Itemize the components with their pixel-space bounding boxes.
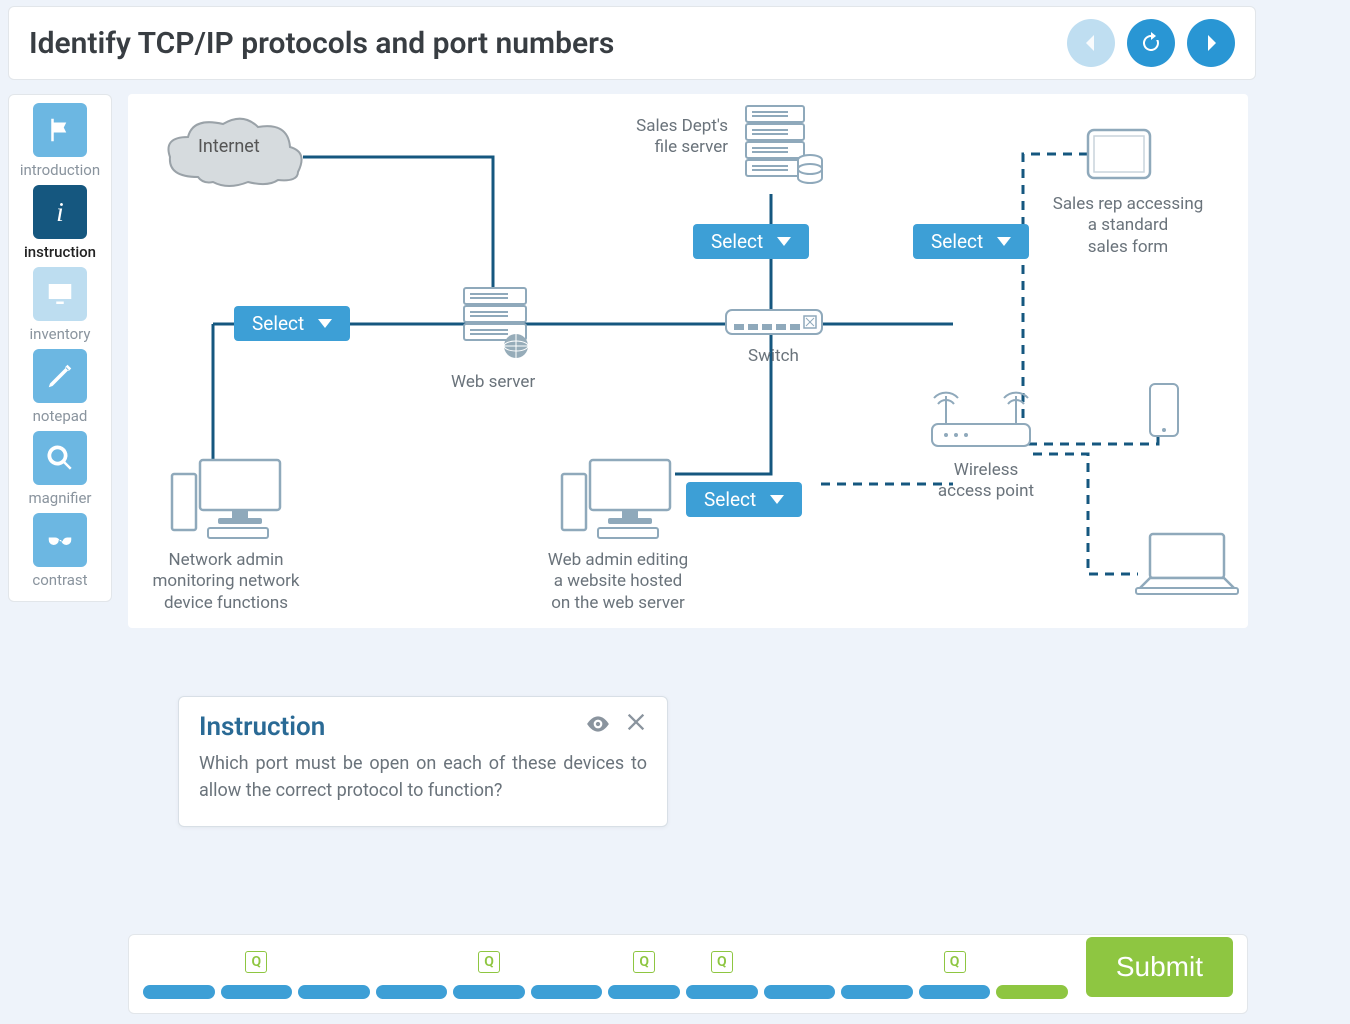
sidebar-item-label: notepad <box>33 407 88 425</box>
eye-icon[interactable] <box>585 711 611 742</box>
progress-segment[interactable]: Q <box>608 955 680 999</box>
sidebar-item-label: instruction <box>24 243 96 261</box>
chevron-right-icon <box>1199 31 1223 55</box>
back-button[interactable] <box>1067 19 1115 67</box>
sidebar-item-label: introduction <box>20 161 100 179</box>
question-marker: Q <box>245 951 267 973</box>
web-admin-pc-icon <box>558 454 678 548</box>
progress-segment[interactable]: Q <box>221 955 293 999</box>
wireless-ap-icon <box>926 384 1036 468</box>
progress-segment[interactable] <box>376 955 448 999</box>
sidebar-item-instruction[interactable]: i instruction <box>9 185 111 261</box>
progress-pill <box>841 985 913 999</box>
sales-rep-label: Sales rep accessinga standardsales form <box>1038 194 1218 258</box>
progress-segment[interactable] <box>143 955 215 999</box>
footer: QQQQQ Submit <box>128 934 1248 1014</box>
progress-pill <box>221 985 293 999</box>
progress-pill <box>531 985 603 999</box>
sidebar-item-label: inventory <box>30 325 91 343</box>
refresh-button[interactable] <box>1127 19 1175 67</box>
admin-pc-icon <box>168 454 288 548</box>
question-marker: Q <box>633 951 655 973</box>
chevron-down-icon <box>318 319 332 328</box>
switch-label: Switch <box>748 346 799 367</box>
chevron-left-icon <box>1079 31 1103 55</box>
select-dropdown-2[interactable]: Select <box>693 224 809 259</box>
progress-pill <box>143 985 215 999</box>
sidebar-item-notepad[interactable]: notepad <box>9 349 111 425</box>
network-diagram: Internet Web server Sales Dept'sfile s <box>128 94 1248 628</box>
monitor-icon <box>45 279 75 309</box>
glasses-icon <box>45 525 75 555</box>
progress-segment[interactable] <box>531 955 603 999</box>
sidebar-item-contrast[interactable]: contrast <box>9 513 111 589</box>
file-server-icon <box>738 102 828 200</box>
sidebar-item-introduction[interactable]: introduction <box>9 103 111 179</box>
progress-pill <box>376 985 448 999</box>
flag-icon <box>45 115 75 145</box>
magnifier-icon <box>45 443 75 473</box>
internet-label: Internet <box>198 136 260 159</box>
web-admin-label: Web admin editinga website hostedon the … <box>528 550 708 614</box>
select-dropdown-1[interactable]: Select <box>234 306 350 341</box>
select-dropdown-4[interactable]: Select <box>686 482 802 517</box>
web-server-icon <box>458 284 538 368</box>
progress-pill <box>686 985 758 999</box>
pencil-icon <box>45 361 75 391</box>
network-admin-label: Network adminmonitoring networkdevice fu… <box>136 550 316 614</box>
progress-segment[interactable]: Q <box>919 955 991 999</box>
progress-pill <box>608 985 680 999</box>
instruction-body: Which port must be open on each of these… <box>199 750 647 804</box>
tablet-icon <box>1084 126 1154 186</box>
file-server-label: Sales Dept'sfile server <box>618 116 728 159</box>
progress-segment[interactable] <box>841 955 913 999</box>
sidebar-item-label: contrast <box>32 571 87 589</box>
question-marker: Q <box>478 951 500 973</box>
instruction-panel: Instruction Which port must be open on e… <box>178 696 668 827</box>
select-dropdown-3[interactable]: Select <box>913 224 1029 259</box>
refresh-icon <box>1139 31 1163 55</box>
progress-segment[interactable] <box>996 955 1068 999</box>
question-marker: Q <box>944 951 966 973</box>
progress-segment[interactable]: Q <box>686 955 758 999</box>
progress-pill <box>919 985 991 999</box>
progress-pill <box>764 985 836 999</box>
sidebar-item-label: magnifier <box>28 489 91 507</box>
web-server-label: Web server <box>451 372 535 393</box>
close-icon[interactable] <box>625 711 647 742</box>
sidebar-item-inventory[interactable]: inventory <box>9 267 111 343</box>
laptop-icon <box>1132 530 1242 602</box>
progress-pill <box>453 985 525 999</box>
chevron-down-icon <box>777 237 791 246</box>
question-marker: Q <box>711 951 733 973</box>
progress-segment[interactable]: Q <box>453 955 525 999</box>
phone-icon <box>1146 382 1182 442</box>
progress-pill <box>298 985 370 999</box>
progress-segment[interactable] <box>764 955 836 999</box>
submit-button[interactable]: Submit <box>1086 937 1233 997</box>
svg-text:i: i <box>56 197 64 227</box>
info-icon: i <box>45 197 75 227</box>
page-title: Identify TCP/IP protocols and port numbe… <box>29 26 614 61</box>
switch-icon <box>724 304 824 348</box>
chevron-down-icon <box>997 237 1011 246</box>
chevron-down-icon <box>770 495 784 504</box>
wireless-ap-label: Wirelessaccess point <box>936 460 1036 503</box>
progress-pill <box>996 985 1068 999</box>
header: Identify TCP/IP protocols and port numbe… <box>8 6 1256 80</box>
forward-button[interactable] <box>1187 19 1235 67</box>
sidebar: introduction i instruction inventory not… <box>8 94 112 602</box>
progress-segment[interactable] <box>298 955 370 999</box>
sidebar-item-magnifier[interactable]: magnifier <box>9 431 111 507</box>
instruction-title: Instruction <box>199 712 325 742</box>
